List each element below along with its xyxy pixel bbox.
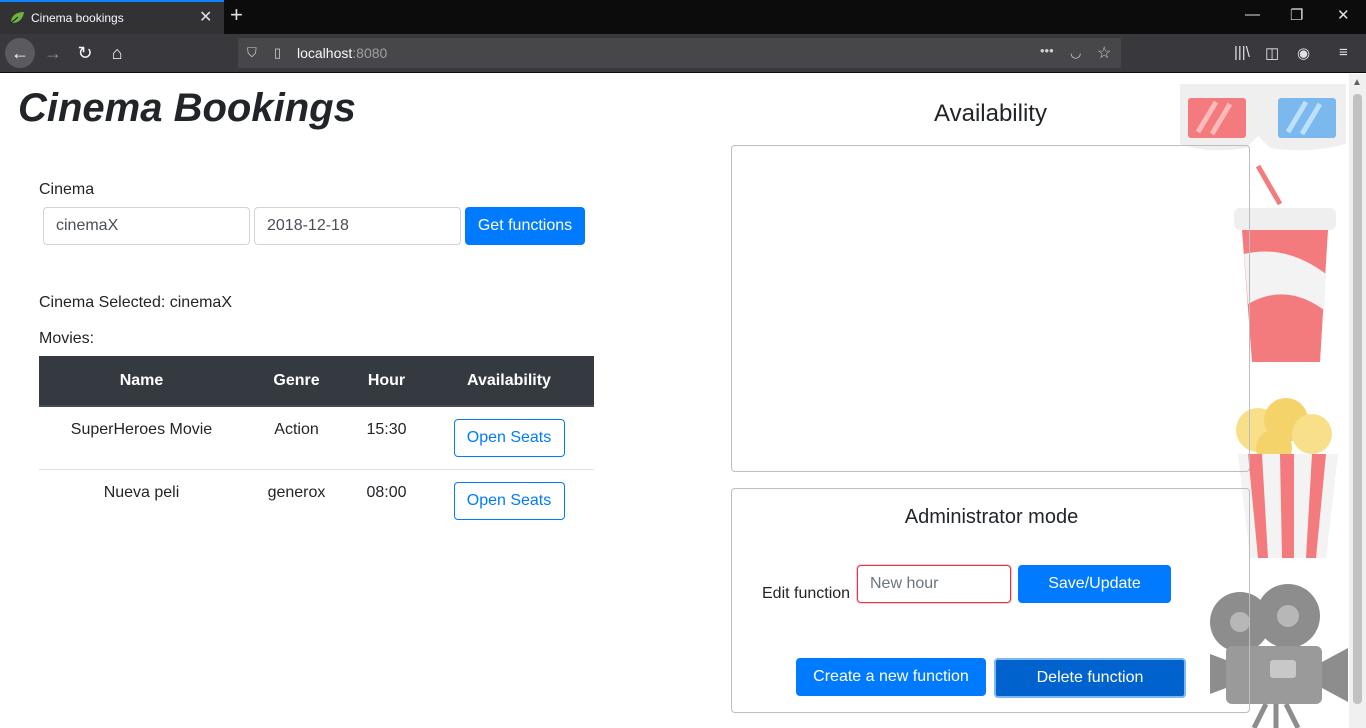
scrollbar-thumb[interactable] — [1353, 94, 1362, 704]
table-row: Nueva peli generox 08:00 Open Seats — [39, 469, 594, 532]
browser-tab[interactable]: Cinema bookings ✕ — [0, 0, 224, 34]
sidebar-icon[interactable]: ◫ — [1265, 44, 1279, 62]
url-bar[interactable]: ⛉ ▯ localhost:8080 ••• ◡ ☆ — [238, 38, 1121, 68]
admin-title: Administrator mode — [904, 506, 1079, 528]
open-seats-button[interactable]: Open Seats — [453, 419, 565, 457]
admin-panel: Administrator mode Edit function Save/Up… — [731, 488, 1250, 713]
page-scrollbar[interactable]: ▲ — [1349, 74, 1366, 728]
restore-icon[interactable]: ❐ — [1290, 6, 1303, 24]
popcorn-icon — [1236, 398, 1338, 558]
page-actions-icon[interactable]: ••• — [1040, 43, 1054, 58]
movie-genre: generox — [267, 483, 326, 501]
url-text[interactable]: localhost:8080 — [297, 45, 387, 61]
movies-label: Movies: — [39, 330, 95, 347]
movies-table: Name Genre Hour Availability SuperHeroes… — [39, 356, 594, 532]
edit-function-label: Edit function — [762, 585, 851, 602]
movie-name: Nueva peli — [103, 483, 180, 501]
availability-cell: Open Seats — [424, 406, 594, 470]
availability-cell: Open Seats — [424, 469, 594, 532]
close-window-icon[interactable]: ✕ — [1337, 6, 1350, 24]
shield-icon[interactable]: ⛉ — [247, 45, 257, 61]
scroll-up-icon[interactable]: ▲ — [1352, 77, 1362, 88]
browser-nav-bar: ← → ↻ ⌂ ⛉ ▯ localhost:8080 ••• ◡ ☆ |||\ … — [0, 34, 1366, 73]
table-header-row: Name Genre Hour Availability — [39, 356, 594, 407]
movie-hour: 08:00 — [366, 483, 407, 501]
url-host: localhost — [297, 45, 353, 61]
get-functions-button[interactable]: Get functions — [465, 207, 585, 245]
bookmark-star-icon[interactable]: ☆ — [1097, 43, 1111, 63]
reload-icon[interactable]: ↻ — [70, 38, 100, 68]
cinema-label: Cinema — [39, 181, 95, 198]
open-seats-button[interactable]: Open Seats — [453, 481, 565, 520]
save-update-button[interactable]: Save/Update — [1018, 565, 1171, 603]
back-icon[interactable]: ← — [5, 38, 35, 68]
cinema-input[interactable] — [43, 207, 250, 245]
library-icon[interactable]: |||\ — [1234, 44, 1250, 61]
create-function-button[interactable]: Create a new function — [796, 658, 986, 696]
availability-panel — [731, 145, 1250, 472]
pocket-icon[interactable]: ◡ — [1070, 45, 1081, 61]
delete-function-button[interactable]: Delete function — [994, 658, 1186, 698]
page-title: Cinema Bookings — [18, 86, 356, 130]
account-icon[interactable]: ◉ — [1297, 44, 1310, 62]
forward-icon[interactable]: → — [38, 38, 68, 68]
cinema-selected-text: Cinema Selected: cinemaX — [39, 294, 232, 311]
page-info-icon[interactable]: ▯ — [274, 45, 281, 61]
menu-icon[interactable]: ≡ — [1339, 44, 1348, 61]
home-icon[interactable]: ⌂ — [102, 38, 132, 68]
leaf-icon — [10, 12, 24, 24]
availability-title: Availability — [934, 100, 1047, 127]
minimize-icon[interactable]: — — [1245, 6, 1260, 23]
tab-title: Cinema bookings — [31, 11, 124, 25]
url-port: :8080 — [352, 45, 388, 61]
date-input[interactable] — [254, 207, 461, 245]
new-tab-icon[interactable]: + — [230, 2, 243, 28]
page-content: Cinema Bookings Cinema Get functions Cin… — [0, 74, 1349, 728]
close-tab-icon[interactable]: ✕ — [199, 7, 212, 27]
table-row: SuperHeroes Movie Action 15:30 Open Seat… — [39, 406, 594, 470]
column-header-genre: Genre — [244, 356, 349, 407]
column-header-availability: Availability — [424, 356, 594, 407]
column-header-hour: Hour — [349, 356, 424, 407]
browser-tab-bar: Cinema bookings ✕ + — ❐ ✕ — [0, 0, 1366, 34]
movie-genre: Action — [244, 406, 349, 470]
movie-hour: 15:30 — [349, 406, 424, 470]
new-hour-input[interactable] — [857, 565, 1011, 603]
column-header-name: Name — [39, 356, 244, 407]
movie-name: SuperHeroes Movie — [39, 406, 244, 470]
